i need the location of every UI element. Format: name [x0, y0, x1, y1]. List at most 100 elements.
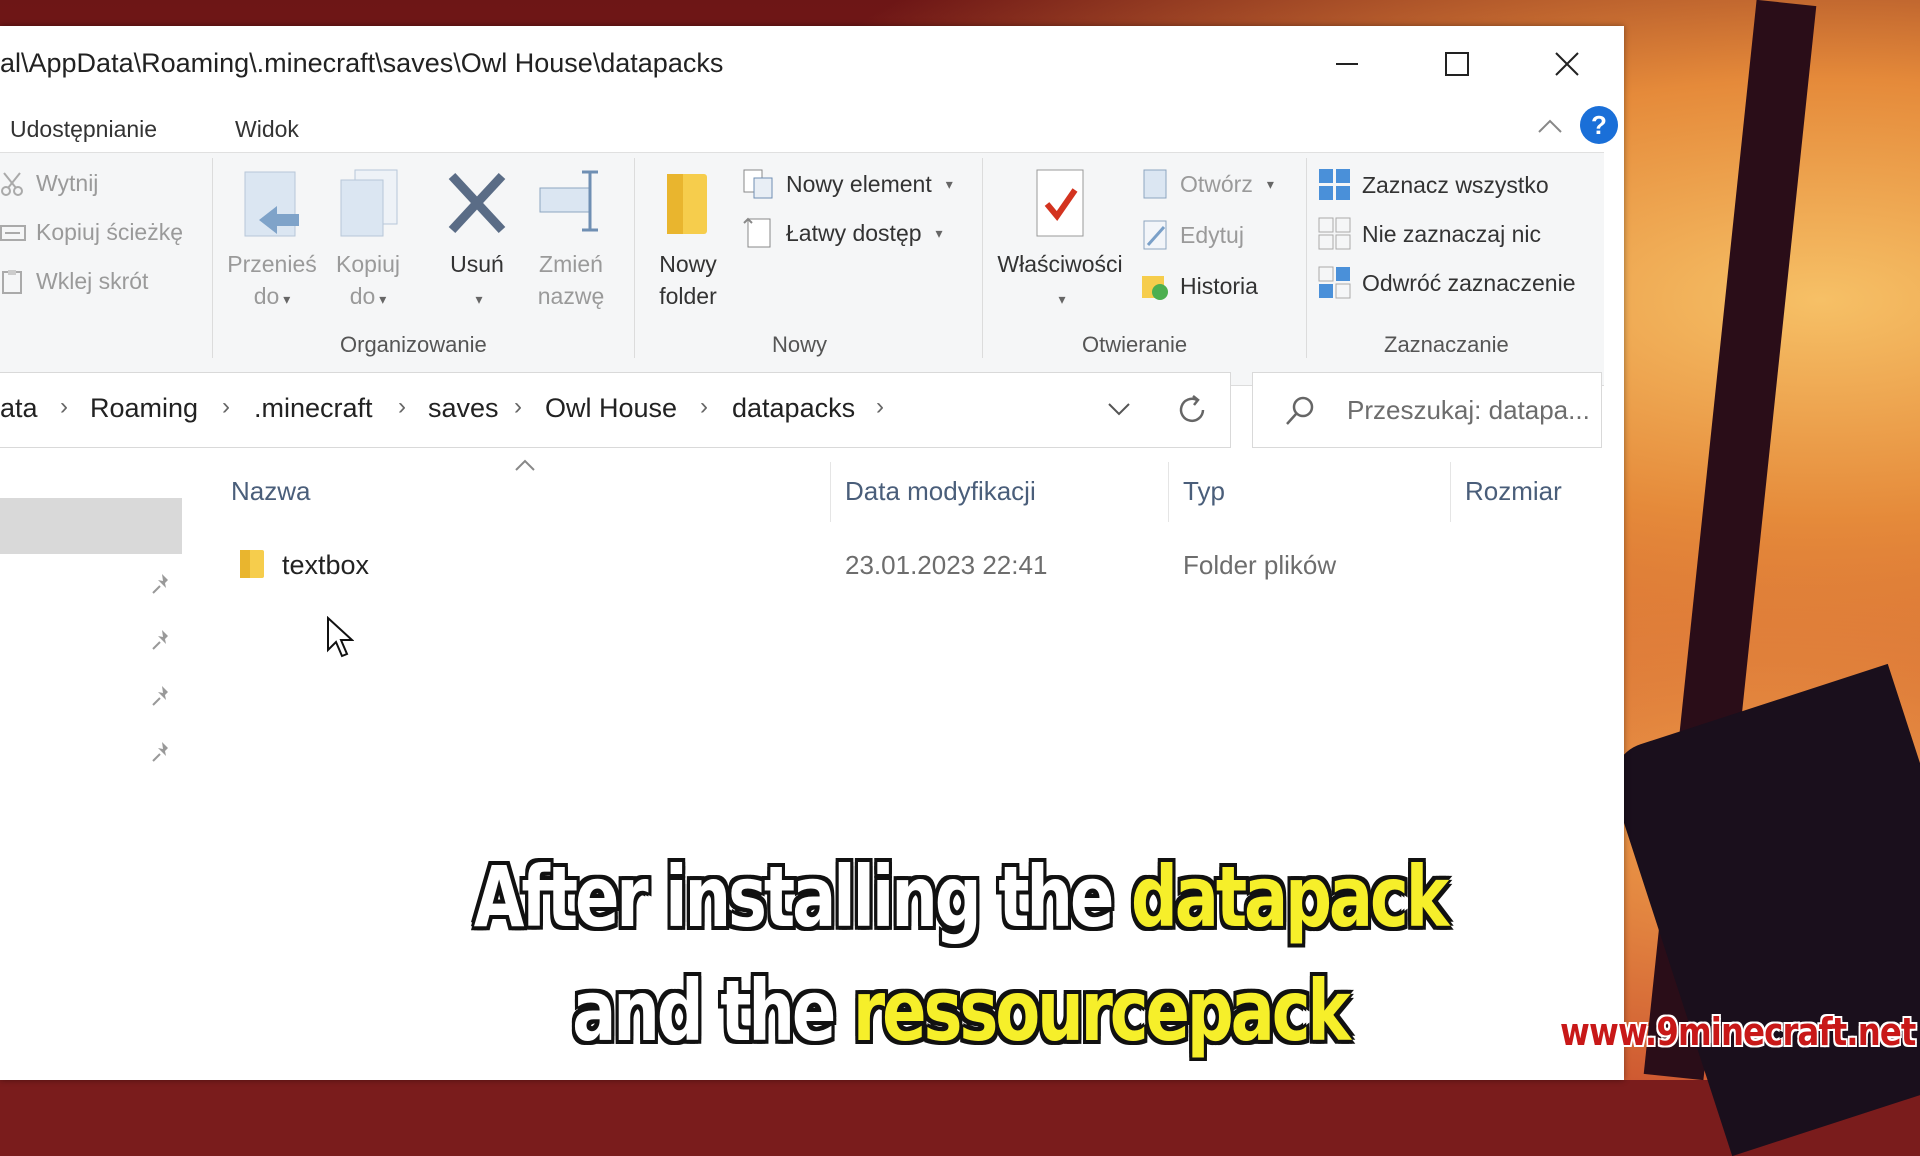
subtitle-highlight: ressourcepack [852, 962, 1351, 1060]
subtitle-highlight: datapack [1130, 848, 1449, 946]
history-icon [1142, 276, 1168, 300]
history-button[interactable]: Historia [1140, 270, 1258, 302]
ribbon-separator [634, 158, 635, 358]
properties-button[interactable]: Właściwości ▾ [990, 168, 1130, 315]
column-header-size[interactable]: Rozmiar [1465, 476, 1562, 507]
pin-icon[interactable] [150, 572, 174, 596]
subtitle-line-1: After installing the datapack [211, 848, 1709, 946]
new-item-button[interactable]: Nowy element ▾ [742, 168, 953, 200]
file-type: Folder plików [1183, 550, 1337, 580]
chevron-down-icon: ▾ [475, 291, 483, 307]
breadcrumb-item[interactable]: .minecraft [254, 393, 373, 424]
copy-to-icon [340, 169, 398, 237]
breadcrumb-item[interactable]: Owl House [545, 393, 677, 424]
column-header-name[interactable]: Nazwa [231, 476, 310, 507]
chevron-right-icon[interactable]: › [60, 393, 68, 421]
chevron-right-icon[interactable]: › [398, 393, 406, 421]
select-group-label: Zaznaczanie [1384, 332, 1509, 357]
chevron-right-icon[interactable]: › [222, 393, 230, 421]
edit-icon [1143, 220, 1167, 250]
rename-button[interactable]: Zmień nazwę [526, 168, 616, 312]
copy-path-button[interactable]: Kopiuj ścieżkę [0, 219, 183, 246]
sort-ascending-icon [515, 459, 535, 471]
breadcrumb-item[interactable]: ata [0, 393, 38, 424]
select-none-label: Nie zaznaczaj nic [1362, 220, 1541, 247]
properties-icon [1036, 169, 1084, 237]
maximize-button[interactable] [1402, 32, 1512, 96]
address-bar[interactable]: ata › Roaming › .minecraft › saves › Owl… [0, 372, 1155, 448]
column-header-modified[interactable]: Data modyfikacji [845, 476, 1036, 507]
paste-shortcut-label: Wklej skrót [36, 268, 149, 294]
pin-icon[interactable] [150, 740, 174, 764]
open-button[interactable]: Otwórz ▾ [1140, 168, 1274, 200]
chevron-right-icon[interactable]: › [876, 393, 884, 421]
chevron-right-icon[interactable]: › [514, 393, 522, 421]
chevron-down-icon: ▾ [1058, 291, 1066, 307]
breadcrumb-item-current[interactable]: datapacks [732, 393, 855, 424]
title-bar: al\AppData\Roaming\.minecraft\saves\Owl … [0, 26, 1624, 102]
copy-to-label-2: do [349, 283, 376, 309]
file-list-row[interactable]: textbox 23.01.2023 22:41 Folder plików [228, 538, 1598, 590]
paste-shortcut-button[interactable]: Wklej skrót [0, 268, 148, 295]
close-button[interactable] [1512, 32, 1622, 96]
move-to-button[interactable]: Przenieś do ▾ [222, 168, 322, 315]
copy-to-button[interactable]: Kopiuj do ▾ [320, 168, 416, 315]
folder-icon [240, 550, 264, 578]
new-folder-label-2: folder [659, 283, 717, 309]
move-to-label-2: do [253, 283, 280, 309]
select-none-button[interactable]: Nie zaznaczaj nic [1318, 217, 1541, 251]
easy-access-label: Łatwy dostęp [786, 219, 922, 246]
organize-group-label: Organizowanie [340, 332, 487, 357]
cut-label: Wytnij [36, 170, 99, 196]
search-input[interactable]: Przeszukaj: datapa... [1252, 372, 1602, 448]
column-header-type[interactable]: Typ [1183, 476, 1225, 507]
tab-share[interactable]: Udostępnianie [10, 116, 157, 143]
select-all-label: Zaznacz wszystko [1362, 171, 1549, 198]
delete-button[interactable]: Usuń ▾ [432, 168, 522, 315]
refresh-button[interactable] [1154, 372, 1231, 448]
breadcrumb-item[interactable]: Roaming [90, 393, 198, 424]
easy-access-button[interactable]: Łatwy dostęp ▾ [742, 217, 943, 249]
search-placeholder: Przeszukaj: datapa... [1347, 395, 1590, 425]
new-folder-label-1: Nowy [659, 251, 717, 277]
chevron-down-icon: ▾ [945, 175, 953, 192]
window-title: al\AppData\Roaming\.minecraft\saves\Owl … [0, 48, 724, 78]
pin-icon[interactable] [150, 684, 174, 708]
collapse-ribbon-icon[interactable] [1536, 116, 1564, 136]
open-icon [1143, 169, 1167, 199]
pin-icon[interactable] [150, 628, 174, 652]
site-watermark: www.9minecraft.net [1560, 1010, 1916, 1054]
move-to-icon [244, 171, 299, 237]
column-divider[interactable] [1168, 462, 1169, 522]
open-group-label: Otwieranie [1082, 332, 1188, 357]
open-label: Otwórz [1180, 170, 1253, 197]
breadcrumb-item[interactable]: saves [428, 393, 499, 424]
edit-button[interactable]: Edytuj [1140, 219, 1244, 251]
file-name: textbox [282, 550, 370, 580]
move-to-label-1: Przenieś [227, 251, 317, 277]
column-divider[interactable] [1450, 462, 1451, 522]
search-icon [1286, 396, 1314, 425]
close-icon [1555, 52, 1579, 76]
ribbon-separator [1306, 158, 1307, 358]
mouse-cursor-icon [327, 616, 354, 658]
cut-button[interactable]: Wytnij [0, 170, 98, 197]
column-divider[interactable] [830, 462, 831, 522]
invert-selection-button[interactable]: Odwróć zaznaczenie [1318, 266, 1576, 300]
tab-view[interactable]: Widok [235, 116, 299, 143]
help-icon[interactable]: ? [1580, 106, 1618, 144]
select-none-icon [1318, 217, 1351, 250]
nav-item-selected[interactable] [0, 498, 182, 554]
ribbon-separator [982, 158, 983, 358]
new-folder-button[interactable]: Nowy folder [646, 168, 730, 312]
new-group-label: Nowy [772, 332, 828, 357]
file-modified: 23.01.2023 22:41 [845, 550, 1048, 580]
refresh-icon [1179, 395, 1205, 423]
rename-label-1: Zmień [539, 251, 603, 277]
new-item-icon [743, 169, 773, 199]
subtitle-text: After installing the [473, 848, 1131, 946]
select-all-button[interactable]: Zaznacz wszystko [1318, 168, 1549, 202]
minimize-button[interactable] [1292, 32, 1402, 96]
address-history-dropdown-icon[interactable] [1106, 399, 1132, 419]
chevron-right-icon[interactable]: › [700, 393, 708, 421]
